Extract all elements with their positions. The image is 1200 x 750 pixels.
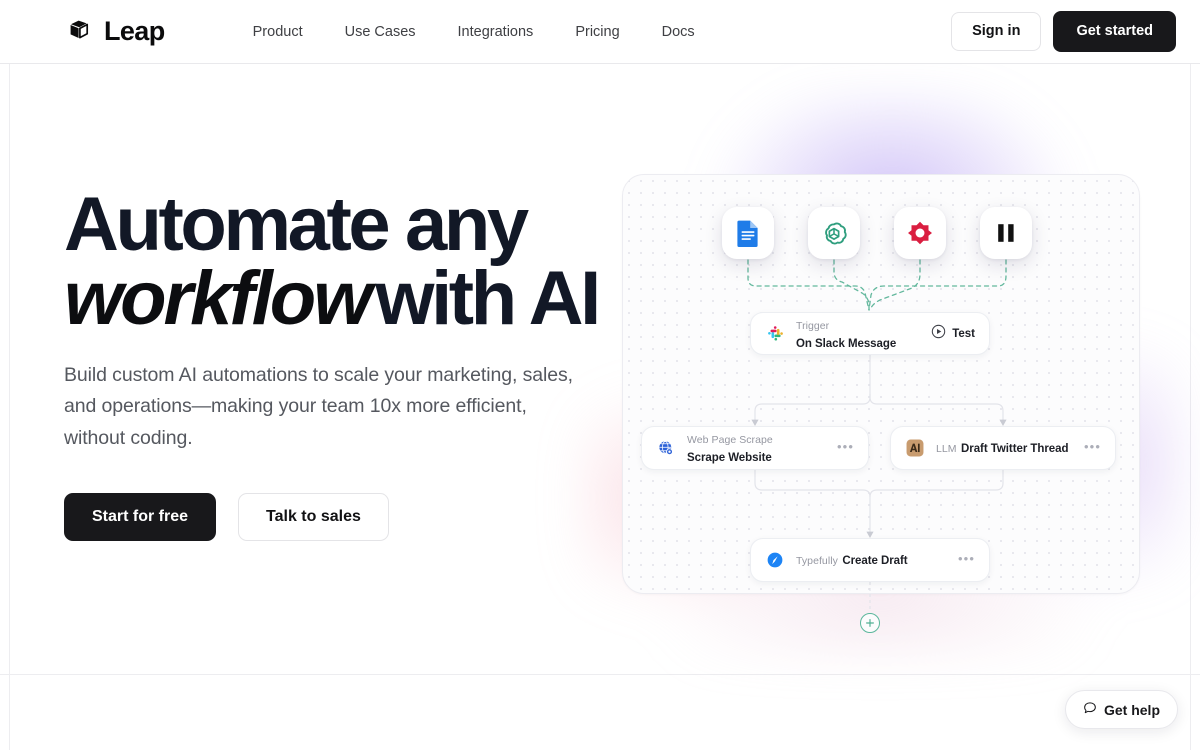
sign-in-button[interactable]: Sign in xyxy=(951,12,1042,51)
test-button[interactable]: Test xyxy=(931,324,975,344)
workflow-node-draft[interactable]: Typefully Create Draft ••• xyxy=(750,538,990,582)
landing-page: Leap Product Use Cases Integrations Pric… xyxy=(0,0,1200,750)
node-text: Web Page Scrape Scrape Website xyxy=(687,430,837,466)
node-title: On Slack Message xyxy=(796,337,897,350)
get-help-widget[interactable]: Get help xyxy=(1064,690,1178,729)
node-kicker: Web Page Scrape xyxy=(687,434,773,446)
pause-icon[interactable] xyxy=(980,207,1032,259)
openai-icon[interactable] xyxy=(808,207,860,259)
headline-line-1: Automate any xyxy=(64,182,529,267)
headline-rest: with AI xyxy=(375,255,601,341)
node-title: Create Draft xyxy=(842,555,908,567)
workflow-node-trigger[interactable]: Trigger On Slack Message Test xyxy=(750,312,990,355)
get-started-button[interactable]: Get started xyxy=(1053,11,1176,52)
headline-italic-word: workflow xyxy=(64,255,372,341)
slack-icon xyxy=(765,324,785,344)
node-text: Trigger On Slack Message xyxy=(796,316,931,352)
brand-name: Leap xyxy=(104,16,165,46)
typefully-icon xyxy=(765,550,785,570)
test-label: Test xyxy=(952,327,975,340)
nav-item-docs[interactable]: Docs xyxy=(662,24,695,40)
header-actions: Sign in Get started xyxy=(951,11,1176,52)
airtable-icon[interactable] xyxy=(894,207,946,259)
nav-item-integrations[interactable]: Integrations xyxy=(458,24,534,40)
hero-copy: Automate any workflowwith AI Build custo… xyxy=(0,64,601,674)
start-for-free-button[interactable]: Start for free xyxy=(64,492,217,541)
node-text: LLM Draft Twitter Thread xyxy=(936,439,1084,457)
brand-logo[interactable]: Leap xyxy=(64,14,165,49)
nav-item-pricing[interactable]: Pricing xyxy=(575,24,619,40)
google-docs-icon[interactable] xyxy=(722,207,774,259)
nav-item-product[interactable]: Product xyxy=(253,24,303,40)
section-divider xyxy=(0,674,1200,675)
play-circle-icon xyxy=(931,324,946,344)
chat-bubble-icon xyxy=(1083,701,1097,718)
add-node-button[interactable] xyxy=(860,613,880,633)
talk-to-sales-button[interactable]: Talk to sales xyxy=(238,492,389,541)
node-menu-button[interactable]: ••• xyxy=(837,440,854,457)
workflow-illustration: Trigger On Slack Message Test Web Page S… xyxy=(560,64,1200,674)
node-kicker: Trigger xyxy=(796,319,830,332)
hero-cta-row: Start for free Talk to sales xyxy=(64,492,600,541)
main-nav: Product Use Cases Integrations Pricing D… xyxy=(253,24,695,40)
nav-item-use-cases[interactable]: Use Cases xyxy=(345,24,416,40)
node-title: Scrape Website xyxy=(687,452,772,464)
hero-subhead: Build custom AI automations to scale you… xyxy=(64,363,573,449)
headline-line-2: workflowwith AI xyxy=(64,260,601,336)
node-kicker: Typefully xyxy=(796,555,838,567)
node-kicker: LLM xyxy=(936,443,957,455)
node-menu-button[interactable]: ••• xyxy=(958,552,975,569)
node-text: Typefully Create Draft xyxy=(796,551,958,569)
node-menu-button[interactable]: ••• xyxy=(1084,440,1101,457)
plus-icon xyxy=(866,619,874,627)
get-help-label: Get help xyxy=(1103,701,1160,718)
node-title: Draft Twitter Thread xyxy=(961,443,1069,455)
hero-section: Automate any workflowwith AI Build custo… xyxy=(0,64,1200,674)
workflow-node-scrape[interactable]: Web Page Scrape Scrape Website ••• xyxy=(641,426,869,470)
page-title: Automate any workflowwith AI xyxy=(64,187,601,337)
web-scrape-icon xyxy=(656,438,676,458)
anthropic-icon xyxy=(905,438,925,458)
app-icon-chips xyxy=(560,204,1200,274)
site-header: Leap Product Use Cases Integrations Pric… xyxy=(0,0,1200,64)
workflow-node-llm[interactable]: LLM Draft Twitter Thread ••• xyxy=(890,426,1116,470)
cube-logo-icon xyxy=(64,14,94,49)
